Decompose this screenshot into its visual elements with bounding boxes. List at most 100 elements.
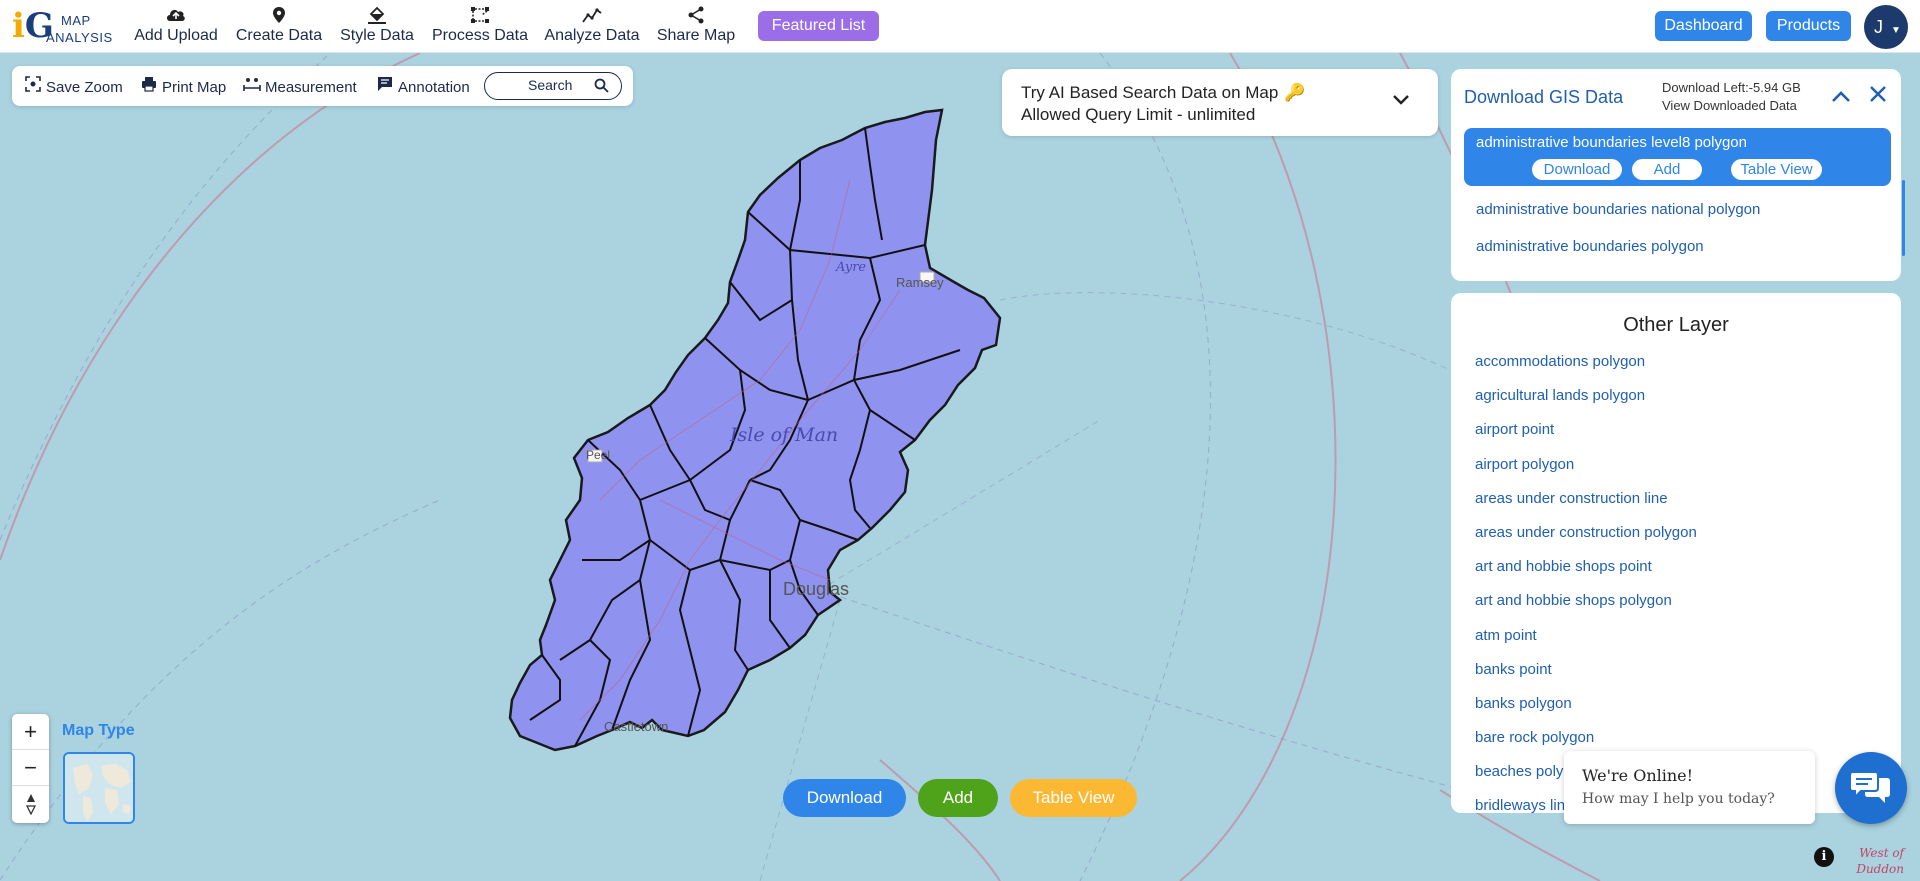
ai-search-heading: Try AI Based Search Data on Map 🔑 [1021,83,1306,103]
ruler-icon [243,76,261,96]
nav-style-data-label: Style Data [340,27,414,44]
nav-process-data-label: Process Data [431,27,529,44]
reset-north-button[interactable] [12,786,49,822]
table-view-button[interactable]: Table View [1010,779,1137,817]
map-toolbar: Save Zoom Print Map Measurement Annotati… [12,66,633,106]
list-item[interactable]: areas under construction line [1475,490,1697,524]
search-label: Search [528,77,573,93]
other-layer-title: Other Layer [1623,314,1729,336]
measurement-button[interactable]: Measurement [243,76,357,96]
nav-add-upload-label: Add Upload [134,27,218,44]
selected-layer-title: administrative boundaries level8 polygon [1476,134,1747,151]
list-item[interactable]: accommodations polygon [1475,353,1697,387]
nav-share-map-label: Share Map [656,27,736,44]
info-icon[interactable]: i [1814,847,1834,867]
chevron-down-icon[interactable] [1392,89,1410,112]
search-icon [594,73,609,101]
measurement-label: Measurement [265,79,357,96]
ai-search-panel[interactable]: Try AI Based Search Data on Map 🔑 Allowed… [1002,69,1438,136]
list-item[interactable]: agricultural lands polygon [1475,387,1697,421]
castletown-label: Castletown [604,719,669,734]
download-gis-panel: Download GIS Data Download Left:-5.94 GB… [1451,69,1901,281]
list-item[interactable]: banks polygon [1475,695,1697,729]
chat-title: We're Online! [1582,766,1694,785]
save-zoom-button[interactable]: Save Zoom [24,76,123,96]
zoom-out-button[interactable]: − [12,750,49,786]
nav-create-data[interactable]: Create Data [235,6,323,48]
douglas-label: Douglas [783,579,850,599]
avatar-initial: J [1874,17,1883,37]
cloud-upload-icon [133,6,219,26]
view-downloaded-link[interactable]: View Downloaded Data [1662,98,1797,113]
chat-subtitle: How may I help you today? [1582,791,1775,807]
island-label: Isle of Man [730,424,839,446]
chevron-up-icon[interactable] [1831,83,1851,109]
logo-line2: ANALYSIS [46,30,113,45]
process-nodes-icon [431,6,529,26]
download-left-text: Download Left:-5.94 GB [1662,80,1801,95]
dashboard-button[interactable]: Dashboard [1655,11,1752,41]
map-pin-icon [235,6,323,26]
chat-popup[interactable]: We're Online! How may I help you today? [1564,751,1815,824]
compass-icon [25,794,37,819]
search-input[interactable]: Search [484,72,622,100]
map-type-thumbnail[interactable] [63,752,135,824]
nav-process-data[interactable]: Process Data [431,6,529,48]
other-layer-list: accommodations polygon agricultural land… [1475,353,1697,813]
layer-link[interactable]: administrative boundaries polygon [1476,238,1704,255]
user-avatar[interactable]: J ▼ [1864,5,1908,49]
nav-analyze-data[interactable]: Analyze Data [544,6,640,48]
paint-bucket-icon [339,6,415,26]
ai-search-title: Try AI Based Search Data on Map [1021,83,1279,102]
focus-target-icon [24,76,42,96]
print-map-label: Print Map [162,79,227,96]
nav-style-data[interactable]: Style Data [339,6,415,48]
annotation-button[interactable]: Annotation [376,76,470,96]
logo-line1: MAP [61,13,91,28]
ai-query-limit: Allowed Query Limit - unlimited [1021,105,1256,124]
chat-button[interactable] [1835,752,1907,824]
featured-list-button[interactable]: Featured List [758,11,879,41]
nav-share-map[interactable]: Share Map [656,6,736,48]
map-attribution: West of Duddon [1856,846,1904,876]
chevron-down-icon: ▼ [1891,25,1901,36]
key-icon: 🔑 [1284,83,1306,102]
add-button[interactable]: Add [918,779,998,817]
zoom-in-button[interactable]: + [12,714,49,750]
layer-link[interactable]: administrative boundaries national polyg… [1476,201,1760,218]
nav-add-upload[interactable]: Add Upload [133,6,219,48]
list-item[interactable]: atm point [1475,627,1697,661]
nav-analyze-data-label: Analyze Data [544,27,640,44]
close-icon[interactable] [1869,83,1887,109]
list-item[interactable]: airport point [1475,421,1697,455]
share-icon [656,6,736,26]
list-item[interactable]: banks point [1475,661,1697,695]
list-item[interactable]: areas under construction polygon [1475,524,1697,558]
download-gis-title: Download GIS Data [1464,87,1624,107]
analyze-chart-icon [544,6,640,26]
layer-table-view-button[interactable]: Table View [1731,159,1822,180]
top-navigation-bar: iG MAP ANALYSIS Add Upload Create Data S… [0,0,1920,53]
comment-icon [376,76,394,96]
layer-add-button[interactable]: Add [1632,159,1702,180]
products-button[interactable]: Products [1766,11,1851,41]
list-item[interactable]: airport polygon [1475,456,1697,490]
app-logo[interactable]: iG MAP ANALYSIS [12,6,117,46]
list-item[interactable]: art and hobbie shops point [1475,558,1697,592]
map-type-label: Map Type [62,722,135,739]
ayre-label: Ayre [836,260,867,275]
printer-icon [140,76,158,96]
download-button[interactable]: Download [783,779,906,817]
zoom-control: + − [12,714,49,823]
layer-download-button[interactable]: Download [1532,159,1622,180]
chat-bubbles-icon [1835,771,1907,828]
annotation-label: Annotation [398,79,470,96]
save-zoom-label: Save Zoom [46,79,123,96]
print-map-button[interactable]: Print Map [140,76,226,96]
ramsey-label: Ramsey [896,275,944,290]
nav-create-data-label: Create Data [235,27,323,44]
list-item[interactable]: art and hobbie shops polygon [1475,592,1697,626]
peel-label: Peel [586,448,611,462]
panel-scrollbar[interactable] [1902,180,1905,256]
selected-layer-item[interactable]: administrative boundaries level8 polygon… [1464,128,1891,186]
